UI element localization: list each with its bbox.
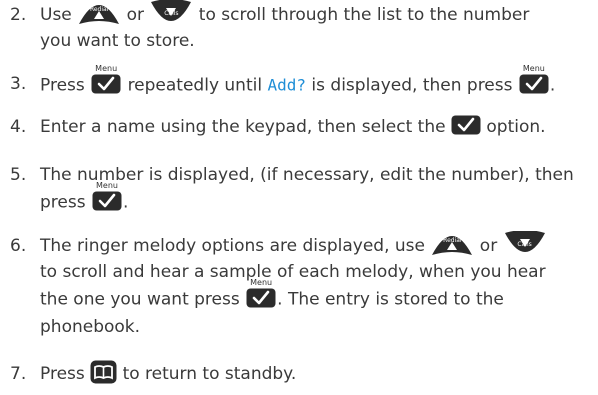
step-text: or xyxy=(479,236,498,256)
menu-label: Menu xyxy=(96,181,118,190)
step-7: 7. Press to return to standby. xyxy=(10,361,592,387)
step-text: . xyxy=(123,192,129,213)
calls-down-icon: Calls xyxy=(503,231,547,257)
redial-label: Redial xyxy=(443,237,462,244)
step-text: you want to store. xyxy=(40,31,195,51)
step-text: option. xyxy=(486,117,546,137)
step-2: 2. Use Redial or Calls to scroll through… xyxy=(10,2,592,54)
menu-key-icon: Menu xyxy=(518,64,550,95)
menu-key-icon: Menu xyxy=(91,181,123,212)
calls-label: Calls xyxy=(517,241,532,248)
display-text: Add? xyxy=(267,75,307,95)
step-text: to return to standby. xyxy=(122,364,297,384)
step-number: 5. xyxy=(10,165,27,185)
step-text: to scroll and hear a sample of each melo… xyxy=(40,262,546,282)
redial-up-icon: Redial xyxy=(430,231,474,257)
step-text: the one you want press xyxy=(40,289,240,310)
step-number: 2. xyxy=(10,5,27,25)
step-4: 4. Enter a name using the keypad, then s… xyxy=(10,114,592,140)
step-number: 6. xyxy=(10,236,27,256)
checkmark-icon xyxy=(451,115,481,135)
phonebook-icon xyxy=(90,360,117,384)
step-text: repeatedly until xyxy=(127,75,263,96)
step-number: 7. xyxy=(10,364,27,384)
step-number: 3. xyxy=(10,74,27,94)
redial-up-icon: Redial xyxy=(77,0,121,26)
step-text: Press xyxy=(40,75,85,96)
step-text: Press xyxy=(40,364,85,384)
step-3: 3. Press Menu repeatedly until Add? is d… xyxy=(10,64,592,100)
step-6: 6. The ringer melody options are display… xyxy=(10,233,592,340)
step-text: . xyxy=(549,75,556,96)
step-text: Use xyxy=(40,5,72,25)
redial-label: Redial xyxy=(89,6,109,13)
menu-label: Menu xyxy=(522,64,545,73)
step-number: 4. xyxy=(10,117,27,137)
calls-label: Calls xyxy=(164,10,179,17)
menu-key-icon: Menu xyxy=(90,64,122,95)
step-text: Enter a name using the keypad, then sele… xyxy=(40,117,446,137)
instruction-list: 2. Use Redial or Calls to scroll through… xyxy=(0,0,598,395)
step-text: to scroll through the list to the number xyxy=(198,5,530,25)
step-text: . The entry is stored to the xyxy=(277,289,504,310)
step-text: is displayed, then press xyxy=(311,75,513,96)
menu-label: Menu xyxy=(250,278,273,287)
step-text: or xyxy=(126,5,144,25)
step-text: The ringer melody options are displayed,… xyxy=(40,236,425,256)
menu-key-icon: Menu xyxy=(245,278,277,309)
step-text: phonebook. xyxy=(40,317,141,337)
calls-down-icon: Calls xyxy=(149,0,193,26)
menu-label: Menu xyxy=(95,64,118,73)
step-5: 5. The number is displayed, (if necessar… xyxy=(10,162,592,217)
step-text: press xyxy=(40,192,86,213)
